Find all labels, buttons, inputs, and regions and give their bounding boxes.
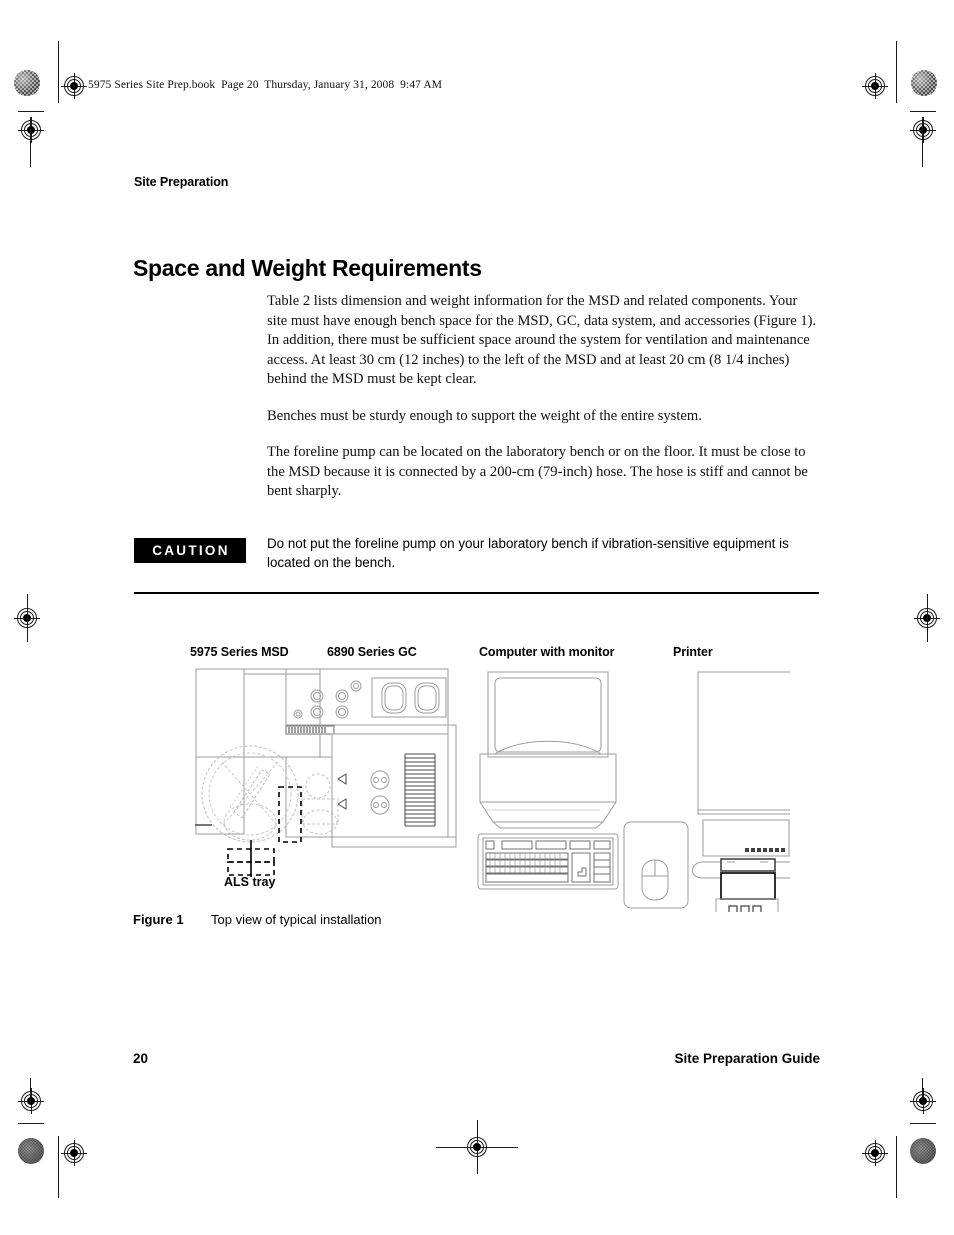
registration-target-bottom-right [862, 1140, 888, 1166]
crop-line-lower-right-vertical [922, 1078, 923, 1100]
crop-line-mid-left-vertical [26, 594, 28, 642]
registration-target-lower-left [18, 1088, 44, 1114]
registration-target-top-right [862, 73, 888, 99]
crop-line-upper-left-vertical [30, 117, 31, 167]
msd-unit [195, 668, 339, 843]
registration-target-top-left [61, 73, 87, 99]
body-paragraph-1: Table 2 lists dimension and weight infor… [267, 293, 817, 387]
mouse-unit [623, 821, 689, 909]
caution-text: Do not put the foreline pump on your lab… [267, 536, 789, 570]
figure-artwork [190, 662, 829, 940]
crop-line-lower-right-horizontal [910, 1123, 936, 1124]
crop-line-upper-right-horizontal [910, 111, 936, 112]
crop-line-bottom-right-vertical [896, 1136, 897, 1198]
printer-unit [692, 671, 829, 940]
book-file-header: 5975 Series Site Prep.book Page 20 Thurs… [88, 79, 443, 91]
body-column: Table 2 lists dimension and weight infor… [267, 292, 819, 519]
top-view-installation-drawing [195, 668, 829, 940]
registration-target-lower-right [910, 1088, 936, 1114]
body-paragraph-2: Benches must be sturdy enough to support… [267, 407, 702, 424]
page-title: Space and Weight Requirements [133, 255, 482, 282]
als-tray-label: ALS tray [224, 875, 276, 889]
crop-line-bottom-left-vertical [58, 1136, 59, 1198]
gc-unit [196, 668, 457, 848]
figure-label-msd: 5975 Series MSD [190, 645, 289, 659]
halftone-circle-bottom-right [910, 1138, 936, 1164]
computer-monitor-unit [477, 671, 619, 890]
figure-caption-text: Top view of typical installation [211, 912, 382, 927]
footer-page-number: 20 [133, 1051, 149, 1066]
caution-badge: CAUTION [134, 538, 246, 563]
crop-line-upper-right-vertical [922, 117, 923, 167]
halftone-circle-top-left [14, 70, 40, 96]
horizontal-rule [134, 592, 819, 594]
figure-label-computer: Computer with monitor [479, 645, 615, 659]
crop-line-top-left-vertical [58, 41, 59, 103]
figure-label-printer: Printer [673, 645, 713, 659]
registration-target-bottom-center [436, 1120, 518, 1174]
body-paragraph-3: The foreline pump can be located on the … [267, 444, 808, 499]
crop-line-mid-right-vertical [926, 594, 928, 642]
figure-caption: Figure 1 Top view of typical installation [133, 912, 382, 927]
figure-caption-number: Figure 1 [133, 912, 184, 927]
crop-line-lower-left-vertical [30, 1078, 31, 1100]
registration-target-upper-left [18, 117, 44, 143]
figure-label-gc: 6890 Series GC [327, 645, 417, 659]
halftone-circle-top-right [911, 70, 937, 96]
halftone-circle-bottom-left [18, 1138, 44, 1164]
registration-target-bottom-left [61, 1140, 87, 1166]
crop-line-top-right-vertical [896, 41, 897, 103]
crop-line-upper-left-horizontal [18, 111, 44, 112]
crop-line-lower-left-horizontal [18, 1123, 44, 1124]
registration-target-upper-right [910, 117, 936, 143]
footer-guide-title: Site Preparation Guide [674, 1051, 820, 1066]
running-head: Site Preparation [134, 175, 229, 189]
